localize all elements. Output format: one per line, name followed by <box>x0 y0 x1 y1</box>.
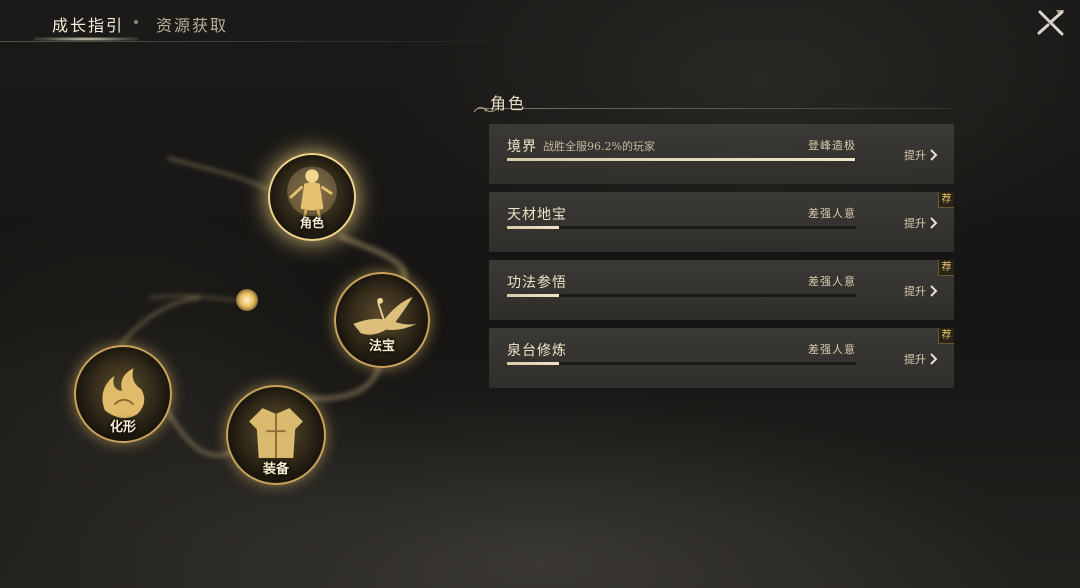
recommend-badge: 荐 <box>938 260 954 276</box>
node-fabao[interactable]: 法宝 <box>334 272 430 368</box>
node-fabao-label: 法宝 <box>368 339 395 354</box>
progress-fill <box>507 226 560 229</box>
card-name: 境界 <box>507 139 537 155</box>
node-role[interactable]: 角色 <box>268 153 356 241</box>
node-role-label: 角色 <box>299 216 324 230</box>
node-equip[interactable]: 装备 <box>226 385 326 485</box>
chevron-right-icon <box>930 353 938 365</box>
glowing-orb <box>236 289 258 311</box>
growth-card-realm[interactable]: 境界 战胜全服96.2%的玩家 登峰造极 提升 <box>489 124 954 184</box>
card-name: 天材地宝 <box>507 207 567 223</box>
card-subtitle: 战胜全服96.2%的玩家 <box>543 140 655 153</box>
card-grade: 差强人意 <box>808 343 856 356</box>
node-huaxing[interactable]: 化形 <box>74 345 172 443</box>
progress-fill <box>507 158 855 161</box>
card-grade: 登峰造极 <box>808 139 856 152</box>
improve-button-label: 提升 <box>904 285 926 298</box>
card-grade: 差强人意 <box>808 275 856 288</box>
improve-button[interactable]: 提升 <box>904 147 938 163</box>
progress-track <box>507 362 856 365</box>
improve-button-label: 提升 <box>904 149 926 162</box>
cloud-flourish-icon <box>473 106 499 113</box>
progress-track <box>507 158 856 161</box>
chevron-right-icon <box>930 217 938 229</box>
node-huaxing-label: 化形 <box>109 420 136 435</box>
node-equip-label: 装备 <box>262 462 289 477</box>
improve-button-label: 提升 <box>904 353 926 366</box>
progress-fill <box>507 362 560 365</box>
card-grade: 差强人意 <box>808 207 856 220</box>
growth-card-treasure[interactable]: 天材地宝 差强人意 提升 荐 <box>489 192 954 252</box>
chevron-right-icon <box>930 149 938 161</box>
card-name: 泉台修炼 <box>507 343 567 359</box>
card-name: 功法参悟 <box>507 275 567 291</box>
chevron-right-icon <box>930 285 938 297</box>
recommend-badge: 荐 <box>938 328 954 344</box>
growth-node-map: 角色 法宝 装备 化形 <box>0 0 480 588</box>
improve-button[interactable]: 提升 <box>904 215 938 231</box>
improve-button[interactable]: 提升 <box>904 283 938 299</box>
recommend-badge: 荐 <box>938 192 954 208</box>
improve-button[interactable]: 提升 <box>904 351 938 367</box>
improve-button-label: 提升 <box>904 217 926 230</box>
growth-card-spring-training[interactable]: 泉台修炼 差强人意 提升 荐 <box>489 328 954 388</box>
close-button[interactable] <box>1034 8 1068 38</box>
section-divider <box>478 108 954 109</box>
progress-track <box>507 226 856 229</box>
close-x-icon <box>1037 10 1064 36</box>
progress-fill <box>507 294 560 297</box>
progress-track <box>507 294 856 297</box>
growth-card-technique[interactable]: 功法参悟 差强人意 提升 荐 <box>489 260 954 320</box>
